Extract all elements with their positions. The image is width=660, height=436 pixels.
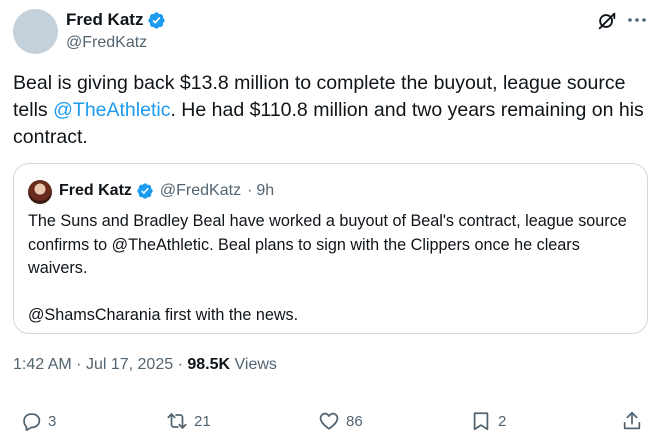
tweet-time[interactable]: 1:42 AM (13, 356, 72, 373)
quoted-tweet-card[interactable]: Fred Katz @FredKatz · 9h The Suns and Br… (13, 163, 648, 334)
bookmark-button[interactable]: 2 (470, 410, 506, 432)
author-avatar[interactable] (13, 9, 58, 54)
author-display-name[interactable]: Fred Katz (66, 10, 143, 30)
like-count: 86 (346, 412, 363, 430)
repost-button[interactable]: 21 (166, 410, 211, 432)
repost-icon (167, 413, 187, 429)
views-label: Views (234, 356, 277, 373)
author-handle[interactable]: @FredKatz (66, 34, 147, 52)
quote-paragraph-2: @ShamsCharania first with the news. (28, 306, 299, 324)
timestamp-separator: · (76, 356, 82, 373)
quote-separator: · (247, 182, 253, 199)
author-header: Fred Katz @FredKatz (66, 10, 166, 51)
action-bar: 3 21 86 2 (0, 410, 660, 436)
views-separator: · (177, 356, 183, 373)
tweet-text: Beal is giving back $13.8 million to com… (13, 70, 653, 151)
quote-text: The Suns and Bradley Beal have worked a … (28, 210, 634, 328)
reply-button[interactable]: 3 (20, 410, 56, 432)
more-icon[interactable] (625, 8, 649, 32)
quote-author-name: Fred Katz (59, 182, 132, 199)
tweet-mention-link[interactable]: @TheAthletic (53, 99, 170, 121)
reply-count: 3 (48, 412, 57, 430)
verified-badge-icon (137, 183, 153, 199)
like-button[interactable]: 86 (318, 410, 363, 432)
quote-paragraph-1: The Suns and Bradley Beal have worked a … (28, 212, 627, 277)
share-button[interactable] (621, 410, 643, 432)
quote-author-handle: @FredKatz (159, 182, 242, 199)
verified-badge-icon[interactable] (147, 11, 166, 30)
bookmark-count: 2 (498, 412, 507, 430)
grok-icon[interactable] (596, 10, 618, 32)
quote-author-avatar (28, 180, 52, 204)
quote-header: Fred Katz @FredKatz · 9h (59, 182, 274, 200)
quote-age: 9h (256, 182, 275, 199)
views-count: 98.5K (187, 356, 231, 373)
heart-icon (319, 412, 339, 430)
share-icon (623, 411, 641, 430)
repost-count: 21 (194, 412, 211, 430)
tweet-timestamp-row: 1:42 AM · Jul 17, 2025 · 98.5K Views (13, 356, 277, 374)
bookmark-icon (473, 412, 489, 431)
reply-icon (23, 413, 41, 432)
tweet-date[interactable]: Jul 17, 2025 (86, 356, 173, 373)
